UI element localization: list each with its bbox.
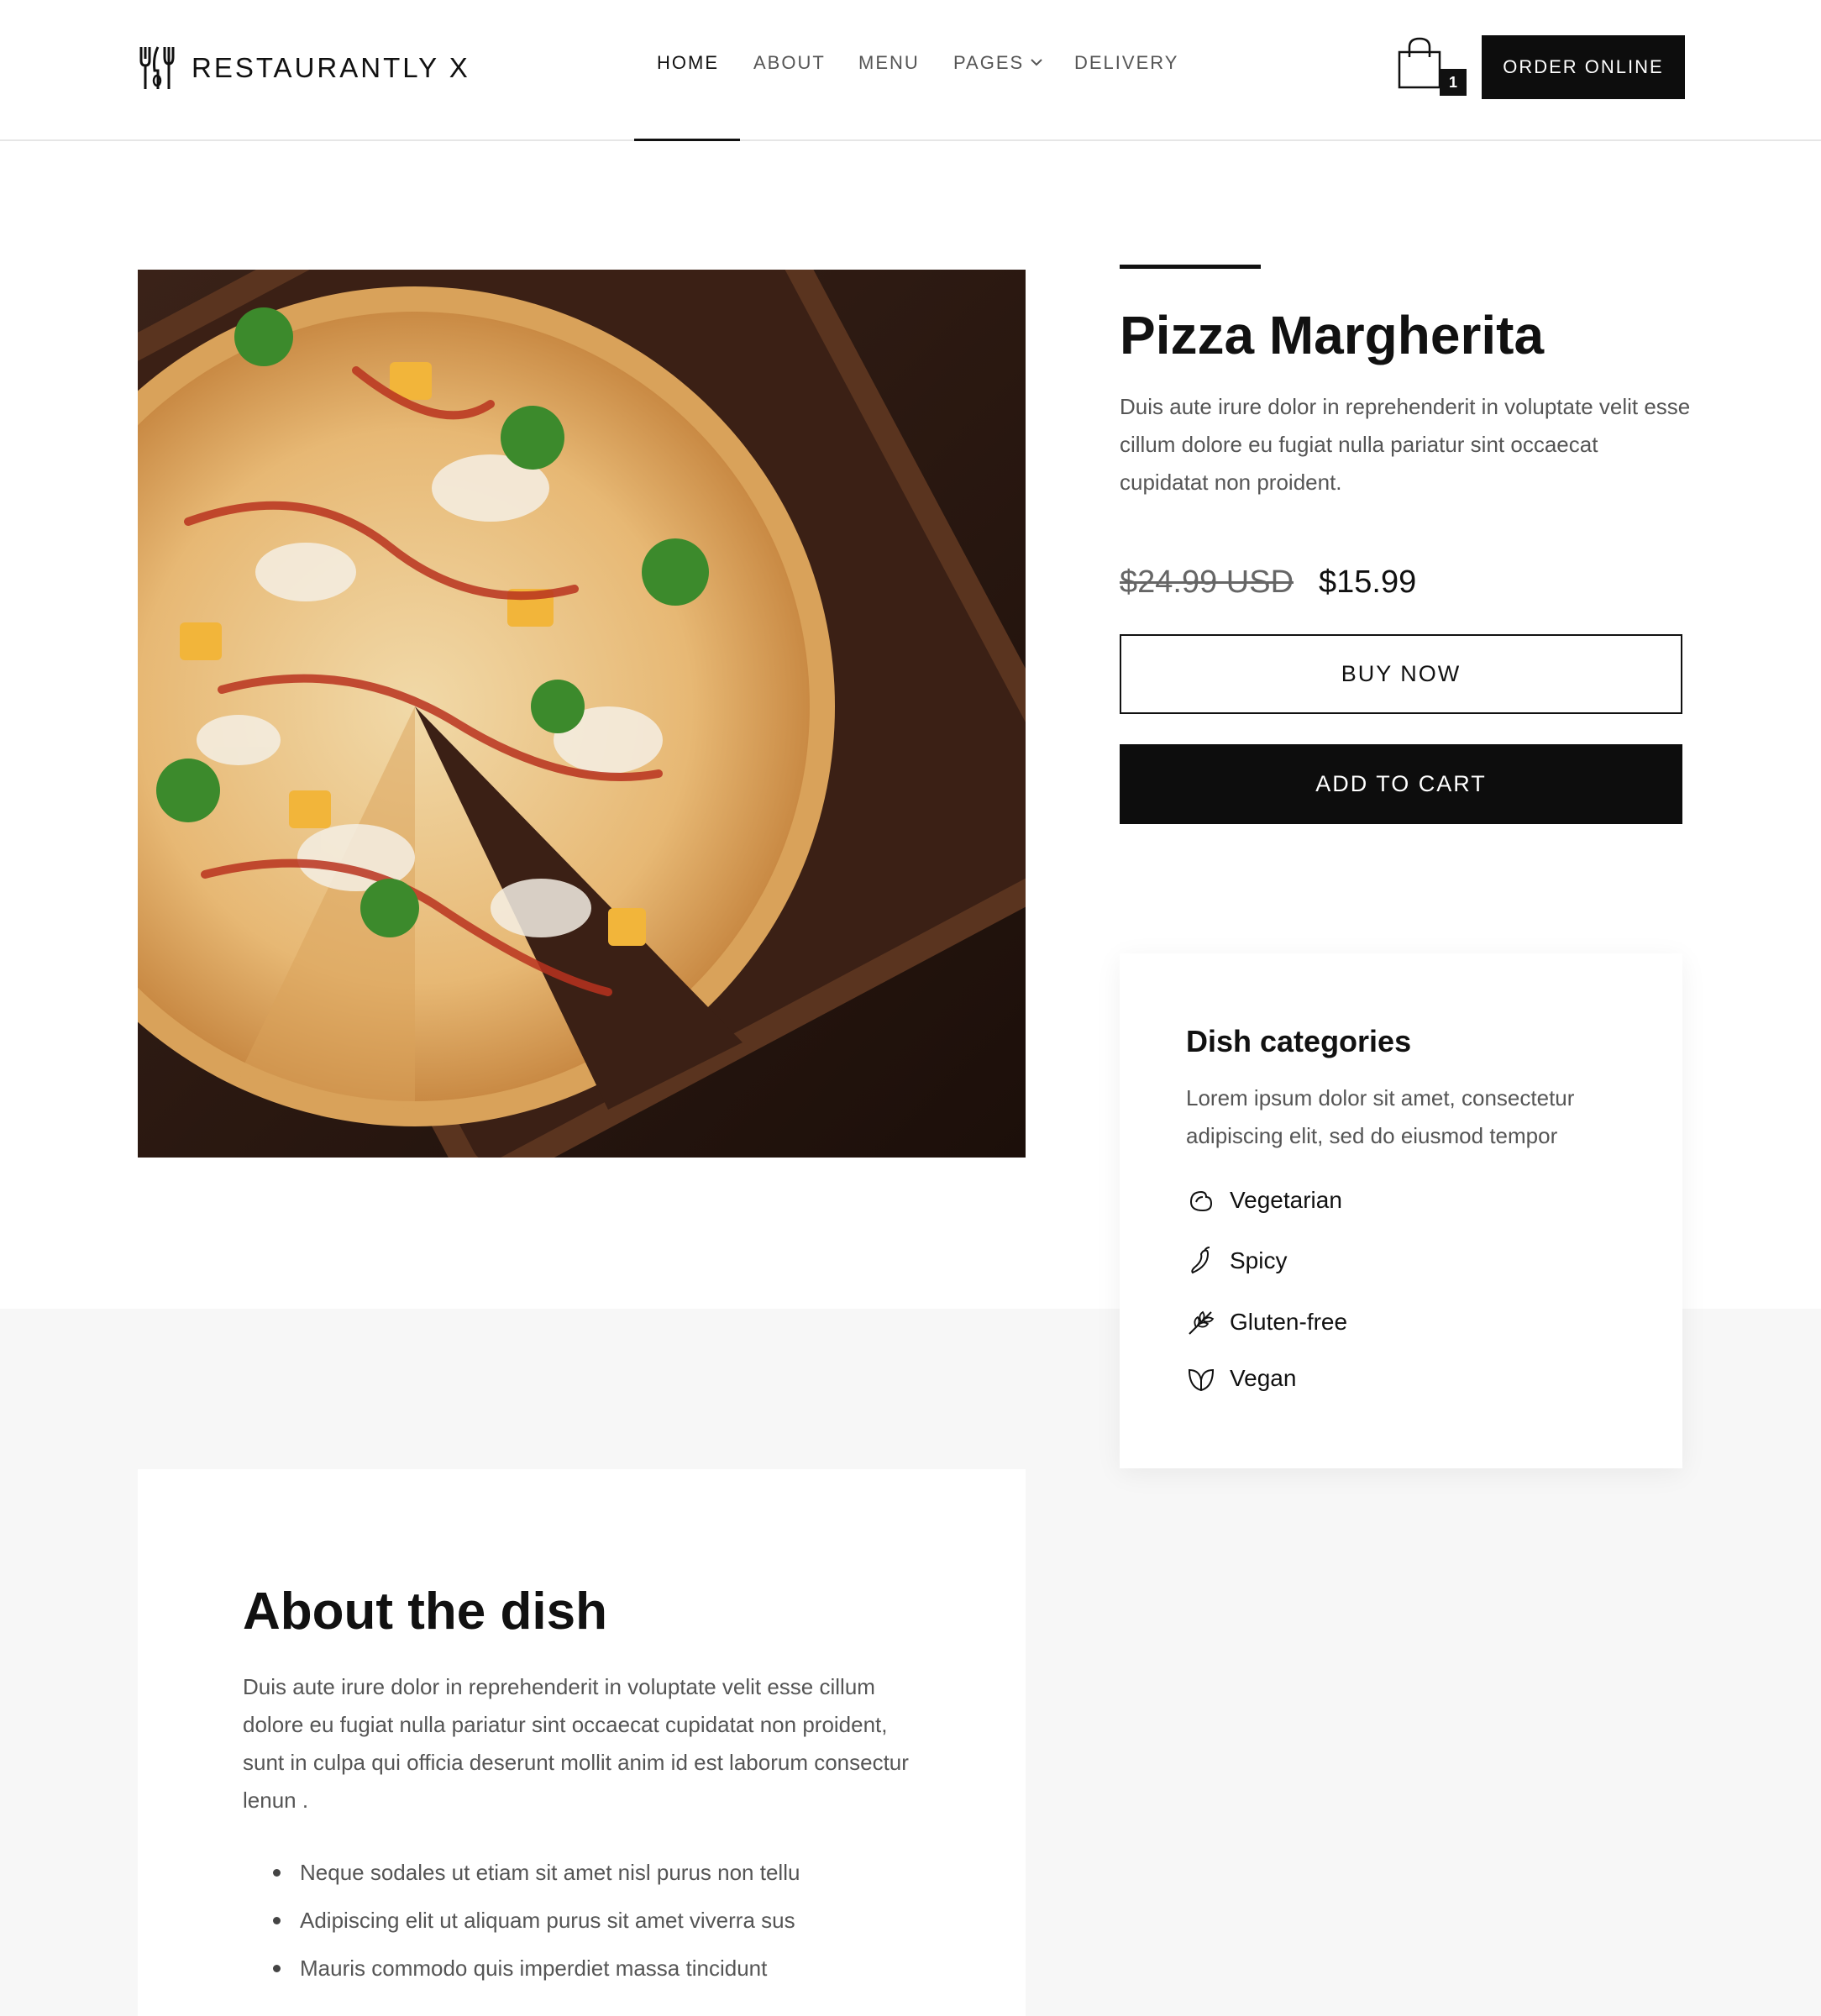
category-vegetarian: Vegetarian (1186, 1184, 1342, 1217)
site-header: RESTAURANTLY X HOME ABOUT MENU PAGES DEL… (0, 0, 1821, 141)
active-nav-indicator (634, 139, 740, 141)
about-description: Duis aute irure dolor in reprehenderit i… (243, 1674, 909, 1813)
leaf-icon (1188, 1368, 1215, 1392)
nav-item-pages-label: PAGES (953, 52, 1025, 73)
nav-item-menu[interactable]: MENU (858, 52, 920, 74)
list-item: Mauris commodo quis imperdiet massa tinc… (243, 1945, 800, 1992)
product-description: Duis aute irure dolor in reprehenderit i… (1120, 394, 1691, 495)
fork-knife-icon (139, 46, 175, 89)
about-bullet-list: Neque sodales ut etiam sit amet nisl pur… (243, 1849, 800, 1992)
category-gluten-free: Gluten-free (1186, 1305, 1347, 1339)
pizza-illustration (138, 270, 1026, 1158)
add-to-cart-button[interactable]: ADD TO CART (1120, 744, 1682, 824)
categories-description: Lorem ipsum dolor sit amet, consectetur … (1186, 1085, 1575, 1148)
category-vegan: Vegan (1186, 1362, 1296, 1395)
list-item: Adipiscing elit ut aliquam purus sit ame… (243, 1897, 800, 1945)
chevron-down-icon (1031, 59, 1042, 66)
nav-item-delivery[interactable]: DELIVERY (1074, 52, 1178, 74)
list-item: Neque sodales ut etiam sit amet nisl pur… (243, 1849, 800, 1897)
category-label: Spicy (1230, 1247, 1288, 1273)
category-spicy: Spicy (1186, 1244, 1287, 1278)
category-label: Vegetarian (1230, 1187, 1342, 1213)
nav-item-pages[interactable]: PAGES (953, 52, 1042, 74)
chili-pepper-icon (1191, 1247, 1210, 1274)
shopping-bag-icon (1398, 37, 1441, 89)
sale-price: $15.99 (1319, 564, 1417, 600)
about-dish-card: About the dish Duis aute irure dolor in … (138, 1469, 1026, 2016)
brand-name: RESTAURANTLY X (192, 52, 470, 83)
order-online-button[interactable]: ORDER ONLINE (1482, 35, 1685, 99)
vegetarian-icon (1189, 1190, 1213, 1212)
nav-item-home[interactable]: HOME (657, 52, 719, 74)
categories-title: Dish categories (1186, 1024, 1412, 1058)
cart-button[interactable]: 1 (1398, 37, 1467, 96)
about-title: About the dish (243, 1583, 607, 1641)
category-label: Gluten-free (1230, 1309, 1348, 1335)
product-image (138, 270, 1026, 1158)
original-price: $24.99 USD (1120, 564, 1294, 600)
product-title: Pizza Margherita (1120, 305, 1545, 365)
buy-now-button[interactable]: BUY NOW (1120, 634, 1682, 714)
dish-categories-card: Dish categories Lorem ipsum dolor sit am… (1120, 953, 1682, 1468)
nav-item-about[interactable]: ABOUT (753, 52, 826, 74)
wheat-icon (1189, 1310, 1215, 1335)
category-label: Vegan (1230, 1365, 1297, 1391)
cart-count-badge: 1 (1440, 69, 1467, 96)
title-accent-bar (1120, 265, 1261, 269)
brand-logo[interactable]: RESTAURANTLY X (138, 45, 470, 91)
